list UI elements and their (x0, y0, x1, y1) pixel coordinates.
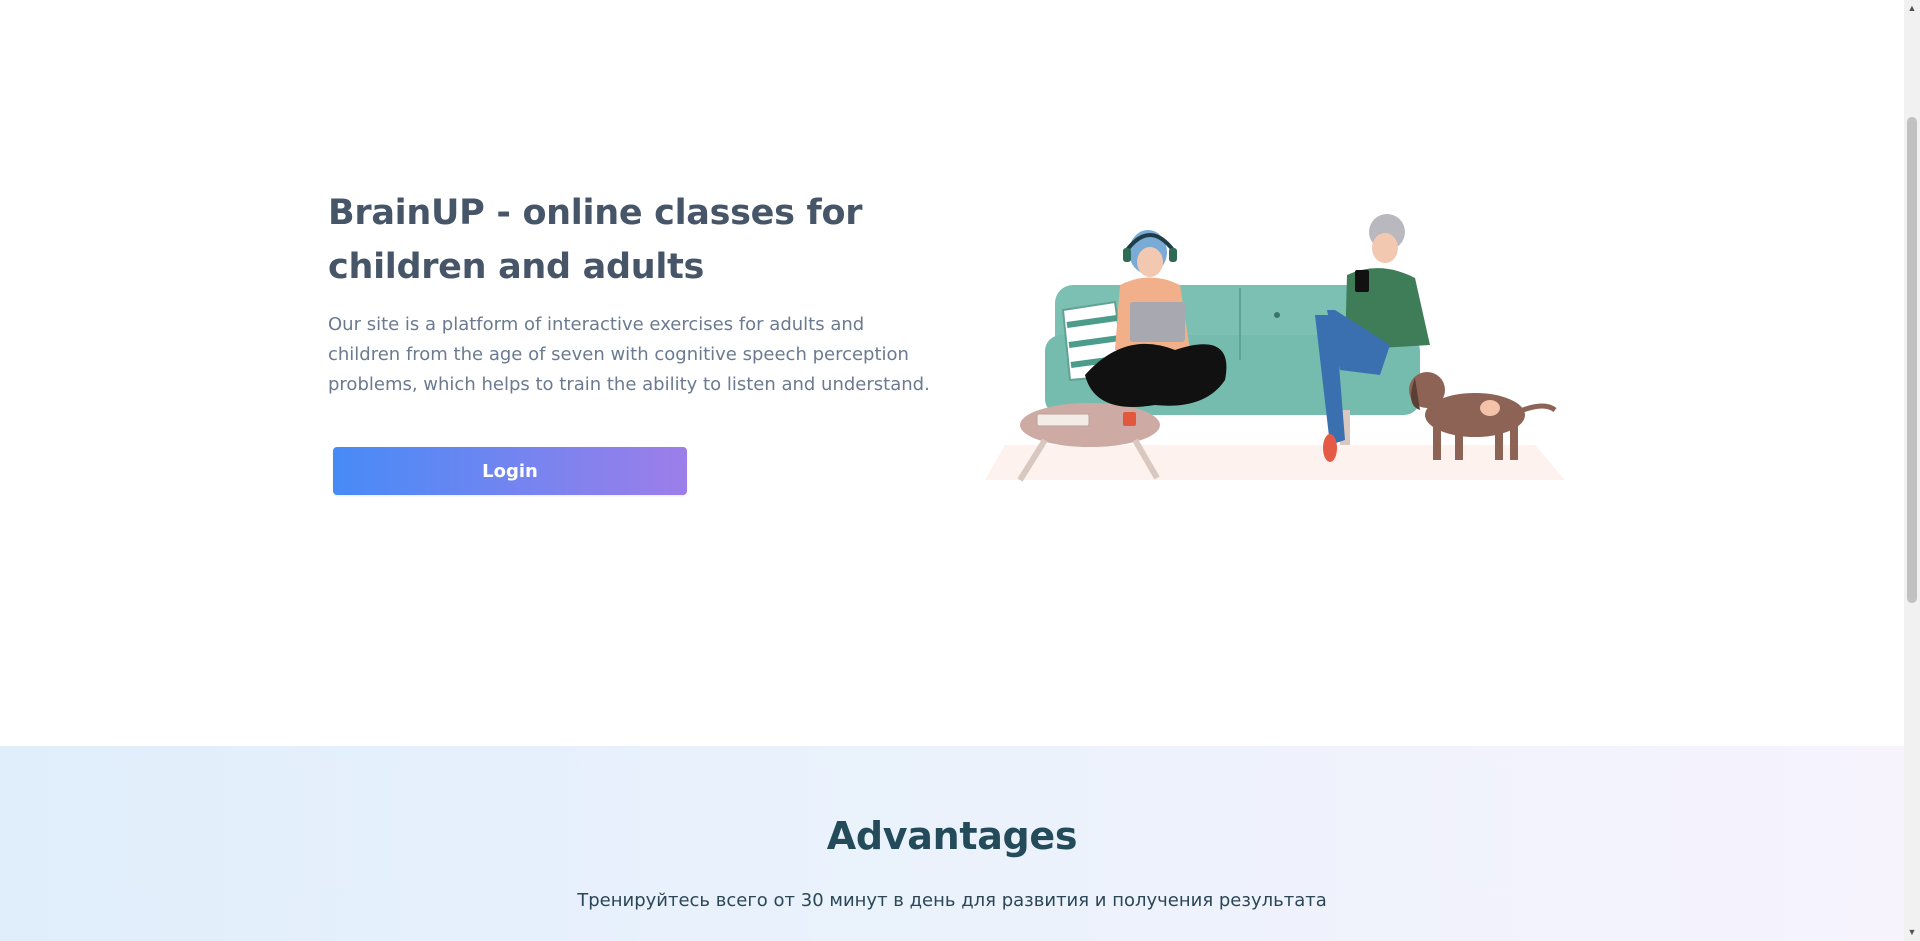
advantages-section: Advantages Тренируйтесь всего от 30 мину… (0, 746, 1904, 941)
hero-title: BrainUP - online classes for children an… (328, 193, 863, 287)
login-button[interactable]: Login (333, 447, 687, 495)
rug (985, 445, 1565, 480)
scroll-up-icon[interactable]: ▲ (1904, 0, 1920, 17)
hero-illustration (985, 214, 1565, 482)
page: BrainUP - online classes for children an… (0, 0, 1904, 941)
hero-description: Our site is a platform of interactive ex… (328, 314, 930, 395)
vertical-scrollbar[interactable]: ▲ ▼ (1904, 0, 1920, 941)
advantages-subtitle: Тренируйтесь всего от 30 минут в день дл… (577, 890, 1327, 911)
scrollbar-thumb[interactable] (1907, 117, 1917, 603)
grandmother-with-phone (1315, 214, 1430, 462)
hero-section: BrainUP - online classes for children an… (0, 0, 1904, 746)
scroll-down-icon[interactable]: ▼ (1904, 924, 1920, 941)
advantages-title: Advantages (826, 814, 1078, 858)
hero-text: BrainUP - online classes for children an… (328, 186, 948, 400)
